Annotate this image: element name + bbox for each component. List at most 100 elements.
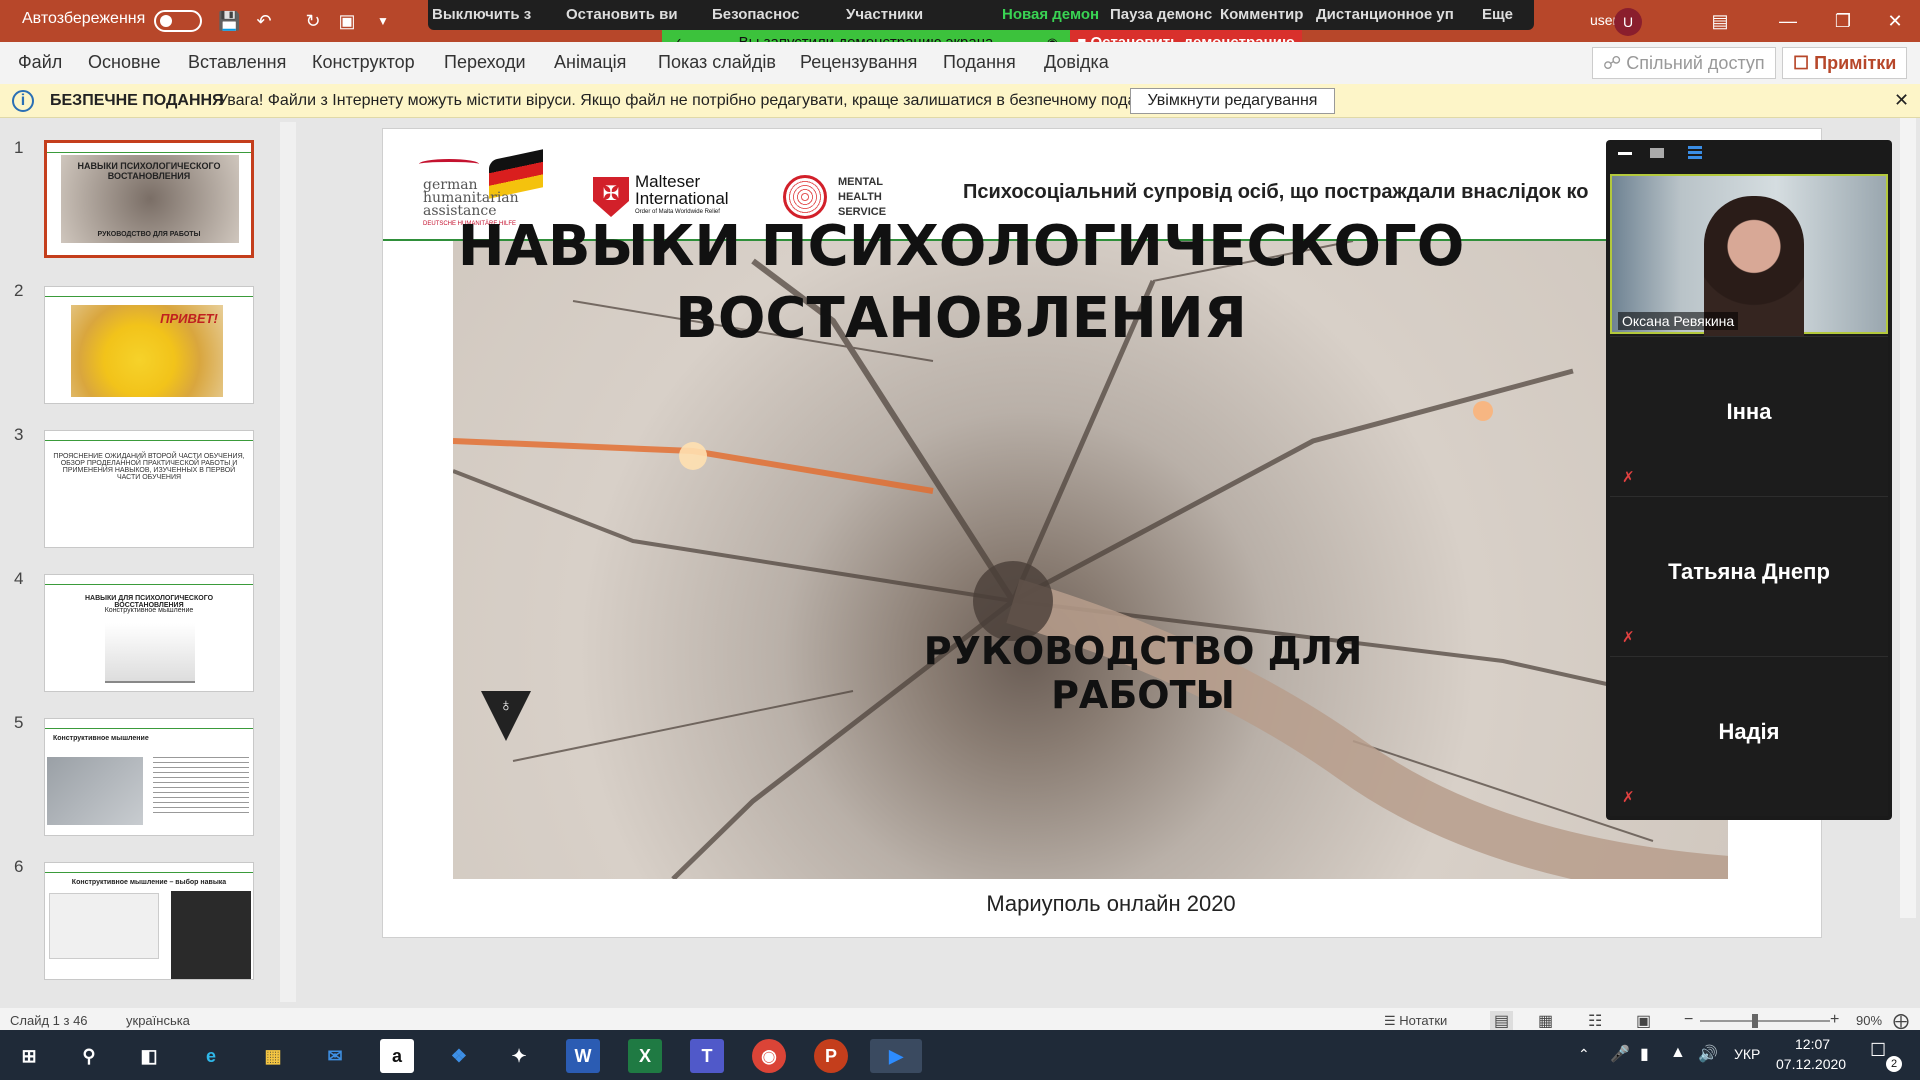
participant-tile[interactable]: Надія ✗ [1610, 656, 1888, 816]
slide-subtitle: РУКОВОДСТВО ДЛЯ РАБОТЫ [923, 629, 1363, 717]
muted-mic-icon: ✗ [1622, 789, 1635, 806]
zoom-new-share-button[interactable]: Новая демон [1002, 6, 1099, 23]
thumb-number: 1 [14, 138, 24, 157]
enable-editing-button[interactable]: Увімкнути редагування [1130, 88, 1335, 114]
volume-icon[interactable]: 🔊 [1698, 1044, 1718, 1064]
edge-browser-icon[interactable]: e [194, 1039, 228, 1073]
slide-thumb-4[interactable]: НАВЫКИ ДЛЯ ПСИХОЛОГИЧЕСКОГО ВОССТАНОВЛЕН… [44, 574, 254, 692]
teams-icon[interactable]: T [690, 1039, 724, 1073]
zoom-mute-button[interactable]: Выключить з [432, 6, 531, 23]
language-indicator[interactable]: українська [126, 1013, 190, 1028]
thumb-number: 5 [14, 713, 24, 732]
share-icon: ☍ [1603, 53, 1622, 73]
close-icon[interactable]: ✕ [1880, 8, 1910, 34]
thumbs-scrollbar[interactable] [280, 122, 296, 1002]
app-icon[interactable]: ✦ [502, 1039, 536, 1073]
logo-arc [419, 159, 479, 169]
mail-icon[interactable]: ✉ [318, 1039, 352, 1073]
tab-slideshow[interactable]: Показ слайдів [658, 52, 776, 73]
zoom-remote-control-button[interactable]: Дистанционное уп [1316, 6, 1454, 23]
zoom-video-gallery: Оксана Ревякина Інна ✗ Татьяна Днепр ✗ Н… [1606, 140, 1892, 820]
zoom-annotate-button[interactable]: Комментир [1220, 6, 1303, 23]
share-button[interactable]: ☍ Спільний доступ [1592, 47, 1776, 79]
excel-icon[interactable]: X [628, 1039, 662, 1073]
participant-tile[interactable]: Татьяна Днепр ✗ [1610, 496, 1888, 656]
zoom-participants-button[interactable]: Участники [846, 6, 923, 23]
file-explorer-icon[interactable]: ▦ [256, 1039, 290, 1073]
restore-icon[interactable]: ❐ [1828, 8, 1858, 34]
zoom-more-button[interactable]: Еще [1482, 6, 1513, 23]
chrome-icon[interactable]: ◉ [752, 1039, 786, 1073]
tab-insert[interactable]: Вставлення [188, 52, 286, 73]
tab-home[interactable]: Основне [88, 52, 160, 73]
slide-scrollbar[interactable] [1900, 118, 1916, 918]
zoom-security-button[interactable]: Безопаснос [712, 6, 799, 23]
slide-thumb-2[interactable]: ПРИВЕТ! [44, 286, 254, 404]
amazon-icon[interactable]: a [380, 1039, 414, 1073]
minimize-icon[interactable]: — [1773, 8, 1803, 34]
redo-icon[interactable]: ↻ [302, 10, 324, 32]
dropbox-icon[interactable]: ❖ [442, 1039, 476, 1073]
tab-review[interactable]: Рецензування [800, 52, 917, 73]
word-icon[interactable]: W [566, 1039, 600, 1073]
slide-sorter-icon[interactable]: ▦ [1538, 1011, 1553, 1031]
battery-icon[interactable]: ▮ [1640, 1044, 1649, 1064]
notification-count: 2 [1886, 1056, 1902, 1072]
clock-date[interactable]: 07.12.2020 [1776, 1056, 1846, 1072]
speaker-view-icon[interactable] [1650, 148, 1664, 158]
tab-view[interactable]: Подання [943, 52, 1016, 73]
thumb-number: 3 [14, 425, 24, 444]
tab-design[interactable]: Конструктор [312, 52, 415, 73]
network-icon[interactable]: ▲ [1670, 1044, 1686, 1062]
zoom-pause-share-button[interactable]: Пауза демонс [1110, 6, 1212, 23]
zoom-slider[interactable] [1700, 1020, 1830, 1022]
reading-view-icon[interactable]: ☷ [1588, 1011, 1602, 1031]
customize-toolbar-icon[interactable]: ▼ [372, 10, 394, 32]
slide-thumb-6[interactable]: Конструктивное мышление – выбор навыка [44, 862, 254, 980]
tray-chevron-icon[interactable]: ⌃ [1578, 1046, 1590, 1063]
thumb-number: 6 [14, 857, 24, 876]
zoom-slider-handle[interactable] [1752, 1014, 1758, 1028]
participant-tile[interactable]: Інна ✗ [1610, 336, 1888, 496]
microphone-icon[interactable]: 🎤 [1610, 1044, 1630, 1064]
thumb-image [47, 757, 143, 825]
slide-thumb-3[interactable]: ПРОЯСНЕНИЕ ОЖИДАНИЙ ВТОРОЙ ЧАСТИ ОБУЧЕНИ… [44, 430, 254, 548]
thumb-title: Конструктивное мышление – выбор навыка [71, 879, 227, 886]
participant-tile-active[interactable]: Оксана Ревякина [1610, 174, 1888, 336]
tab-transitions[interactable]: Переходи [444, 52, 526, 73]
slide-thumb-5[interactable]: Конструктивное мышление [44, 718, 254, 836]
logo-text: MENTAL [838, 176, 884, 188]
zoom-stop-video-button[interactable]: Остановить ви [566, 6, 678, 23]
normal-view-icon[interactable]: ▤ [1490, 1011, 1514, 1031]
fit-to-window-icon[interactable]: ⨁ [1893, 1011, 1909, 1031]
notes-button[interactable]: ☰ Нотатки [1384, 1013, 1447, 1029]
comments-button[interactable]: ☐ Примітки [1782, 47, 1908, 79]
zoom-app-icon[interactable]: ▶ [870, 1039, 922, 1073]
protected-message: Увага! Файли з Інтернету можуть містити … [218, 92, 1163, 109]
zoom-level[interactable]: 90% [1856, 1013, 1882, 1028]
zoom-toolbar: Выключить з Остановить ви Безопаснос Уча… [428, 0, 1534, 30]
ribbon-display-icon[interactable]: ▤ [1705, 8, 1735, 34]
tab-file[interactable]: Файл [18, 52, 62, 73]
autosave-toggle[interactable] [154, 10, 202, 32]
zoom-in-icon[interactable]: + [1830, 1011, 1839, 1029]
minimize-gallery-icon[interactable] [1618, 152, 1632, 155]
clock-time[interactable]: 12:07 [1795, 1036, 1830, 1052]
input-language[interactable]: УКР [1734, 1046, 1760, 1062]
notification-icon[interactable]: ☐ [1870, 1040, 1886, 1061]
zoom-out-icon[interactable]: − [1684, 1011, 1693, 1029]
windows-start-icon[interactable]: ⊞ [12, 1039, 46, 1073]
avatar[interactable]: U [1614, 8, 1642, 36]
present-icon[interactable]: ▣ [336, 10, 358, 32]
slideshow-icon[interactable]: ▣ [1636, 1011, 1651, 1031]
tab-help[interactable]: Довідка [1044, 52, 1109, 73]
slide-thumb-1[interactable]: НАВЫКИ ПСИХОЛОГИЧЕСКОГО ВОСТАНОВЛЕНИЯ РУ… [44, 140, 254, 258]
task-view-icon[interactable]: ◧ [132, 1039, 166, 1073]
close-bar-icon[interactable]: ✕ [1894, 90, 1909, 111]
search-icon[interactable]: ⚲ [72, 1039, 106, 1073]
save-icon[interactable]: 💾 [218, 10, 240, 32]
undo-icon[interactable]: ↶ [253, 10, 275, 32]
gallery-view-icon[interactable] [1688, 146, 1702, 160]
tab-animations[interactable]: Анімація [554, 52, 626, 73]
powerpoint-icon[interactable]: P [814, 1039, 848, 1073]
